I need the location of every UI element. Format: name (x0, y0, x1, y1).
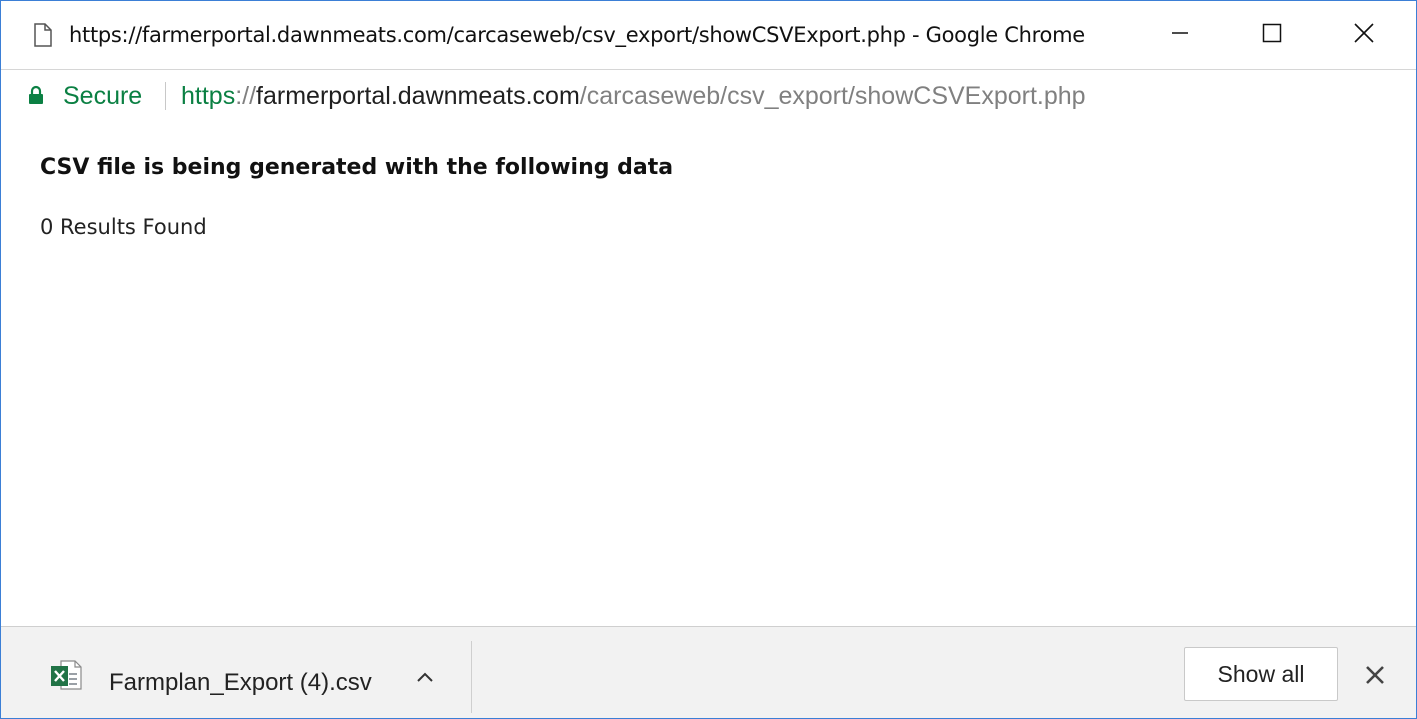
close-icon (1353, 22, 1375, 48)
address-bar[interactable]: Secure https://farmerportal.dawnmeats.co… (1, 69, 1416, 123)
url-text[interactable]: https://farmerportal.dawnmeats.com/carca… (181, 82, 1086, 111)
minimize-icon (1170, 23, 1190, 47)
browser-window: https://farmerportal.dawnmeats.com/carca… (0, 0, 1417, 719)
download-file-name: Farmplan_Export (4).csv (109, 669, 372, 696)
maximize-button[interactable] (1226, 1, 1318, 69)
maximize-icon (1262, 23, 1282, 47)
page-heading: CSV file is being generated with the fol… (40, 155, 674, 180)
title-bar[interactable]: https://farmerportal.dawnmeats.com/carca… (1, 1, 1416, 69)
address-separator (165, 82, 166, 110)
minimize-button[interactable] (1134, 1, 1226, 69)
url-host: farmerportal.dawnmeats.com (256, 82, 580, 110)
lock-icon[interactable] (28, 85, 44, 105)
download-bar: Farmplan_Export (4).csv Show all (1, 626, 1416, 718)
url-path: /carcaseweb/csv_export/showCSVExport.php (579, 82, 1086, 110)
url-separator: :// (235, 82, 257, 110)
close-window-button[interactable] (1318, 1, 1410, 69)
window-title: https://farmerportal.dawnmeats.com/carca… (69, 23, 1085, 47)
chevron-up-icon[interactable] (411, 665, 439, 689)
download-item[interactable]: Farmplan_Export (4).csv (1, 627, 471, 718)
page-icon (33, 23, 53, 47)
show-all-button[interactable]: Show all (1184, 647, 1338, 701)
results-count: 0 Results Found (40, 215, 207, 239)
secure-label[interactable]: Secure (63, 82, 142, 111)
url-scheme: https (181, 82, 236, 110)
close-download-bar-icon[interactable] (1363, 663, 1387, 687)
excel-file-icon (49, 659, 83, 693)
download-separator (471, 641, 472, 713)
page-content: CSV file is being generated with the fol… (1, 122, 1416, 626)
